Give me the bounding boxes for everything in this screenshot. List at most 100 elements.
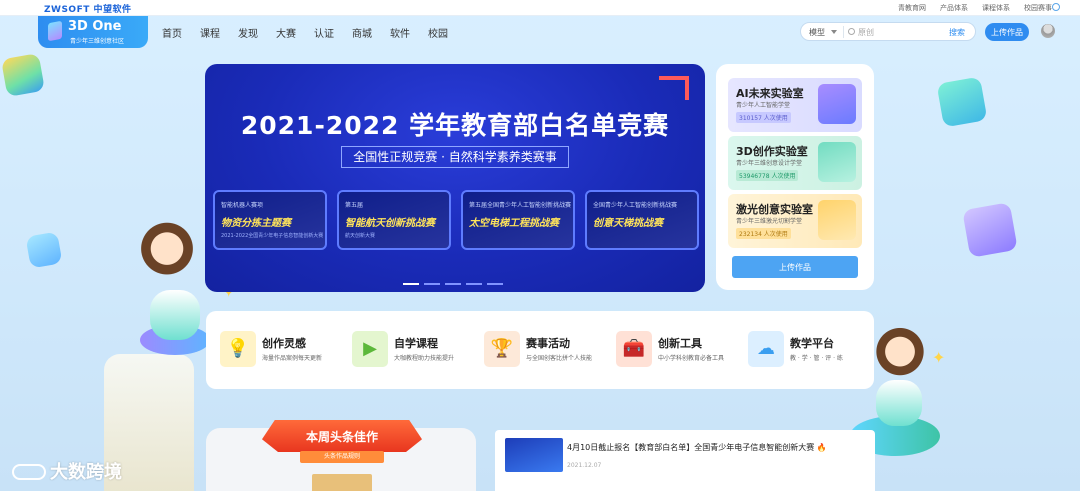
lab-usage-count: 232134 人次使用 (736, 228, 791, 239)
logo-mark-icon (48, 20, 62, 42)
banner-card[interactable]: 全国青少年人工智能创新挑战赛 创意天梯挑战赛 (585, 190, 699, 250)
laser-cut-icon (818, 200, 856, 240)
banner-card-sub: 航天创新大赛 (345, 233, 376, 239)
lab-usage-count: 53946778 人次使用 (736, 170, 799, 181)
carousel-dot[interactable] (424, 283, 440, 285)
refresh-icon[interactable] (1052, 3, 1060, 11)
feature-subtitle: 海量作品案例每天更新 (262, 355, 323, 362)
banner-title: 2021-2022 学年教育部白名单竞赛 (240, 111, 670, 140)
banner-card-name: 创意天梯挑战赛 (593, 218, 663, 229)
banner-card-top: 第五届 (345, 202, 364, 209)
star-icon: ✦ (932, 348, 946, 367)
nav-campus[interactable]: 校园 (428, 25, 448, 40)
lab-card-3d[interactable]: 3D创作实验室 青少年三维创意设计学堂 53946778 人次使用 (728, 136, 862, 190)
top-links: 青教育网 产品体系 课程体系 校园赛事 (898, 3, 1052, 13)
carousel-dot[interactable] (487, 283, 503, 285)
nav-store[interactable]: 商城 (352, 25, 372, 40)
news-date: 2021.12.07 (567, 462, 602, 469)
feature-bar: 💡 创作灵感 海量作品案例每天更新 ▶ 自学课程 大咖教程助力技能提升 🏆 赛事… (206, 311, 874, 389)
cube-decoration-icon (0, 52, 46, 98)
lightbulb-icon: 💡 (220, 331, 256, 367)
watermark-logo-icon (12, 464, 46, 480)
banner-card-top: 第五届全国青少年人工智能创新挑战赛 (469, 202, 572, 209)
feature-title: 自学课程 (394, 337, 438, 350)
search-scope-select[interactable]: 模型 (809, 27, 825, 38)
top-link-courses[interactable]: 课程体系 (982, 3, 1010, 13)
upload-work-button[interactable]: 上传作品 (732, 256, 858, 278)
logo-subtitle: 青少年三维创意社区 (70, 38, 125, 45)
top-link-campus-events[interactable]: 校园赛事 (1024, 3, 1052, 13)
chevron-down-icon[interactable] (831, 30, 837, 34)
nav-contests[interactable]: 大赛 (276, 25, 296, 40)
mascot-boy-icon (870, 326, 930, 390)
hot-works-title: 本周头条佳作 (305, 430, 378, 444)
search-input[interactable]: 原创 (858, 27, 874, 38)
banner-card[interactable]: 智能机器人赛项 物资分拣主题赛 2021-2022全国青少年电子信息智能创新大赛 (213, 190, 327, 250)
feature-title: 教学平台 (790, 337, 834, 350)
feature-teaching[interactable]: ☁ 教学平台 教 · 学 · 管 · 评 · 练 (738, 329, 862, 373)
search-icon (848, 28, 855, 35)
banner-card-name: 太空电梯工程挑战赛 (469, 218, 559, 229)
feature-tools[interactable]: 🧰 创新工具 中小学科创教育必备工具 (606, 329, 730, 373)
upload-work-button[interactable]: 上传作品 (985, 23, 1029, 41)
feature-subtitle: 与全国创客比拼个人技能 (526, 355, 593, 362)
main-nav: 首页 课程 发现 大赛 认证 商城 软件 校园 (162, 25, 466, 40)
banner-card[interactable]: 第五届全国青少年人工智能创新挑战赛 太空电梯工程挑战赛 (461, 190, 575, 250)
feature-title: 创作灵感 (262, 337, 306, 350)
lab-card-ai[interactable]: AI未来实验室 青少年人工智能学堂 310157 人次使用 (728, 78, 862, 132)
banner-card-name: 物资分拣主题赛 (221, 218, 291, 229)
banner-card-sub: 2021-2022全国青少年电子信息智能创新大赛 (221, 233, 324, 239)
carousel-dot[interactable] (466, 283, 482, 285)
lab-subtitle: 青少年三维创意设计学堂 (736, 160, 803, 167)
top-link-education[interactable]: 青教育网 (898, 3, 926, 13)
banner-card-name: 智能航天创新挑战赛 (345, 218, 435, 229)
avatar[interactable] (1041, 24, 1055, 38)
nav-courses[interactable]: 课程 (200, 25, 220, 40)
lab-title: 3D创作实验室 (736, 145, 808, 158)
feature-events[interactable]: 🏆 赛事活动 与全国创客比拼个人技能 (474, 329, 598, 373)
carousel-dots (403, 283, 503, 285)
feature-inspiration[interactable]: 💡 创作灵感 海量作品案例每天更新 (210, 329, 334, 373)
search-button[interactable]: 搜索 (949, 27, 965, 38)
watermark: 大数跨境 (12, 458, 122, 484)
news-title[interactable]: 4月10日截止报名【教育部白名单】全国青少年电子信息智能创新大赛 🔥 (567, 442, 827, 453)
feature-self-study[interactable]: ▶ 自学课程 大咖教程助力技能提升 (342, 329, 466, 373)
search-divider (843, 26, 844, 38)
fire-icon: 🔥 (816, 443, 827, 452)
nav-discover[interactable]: 发现 (238, 25, 258, 40)
cube-decoration-icon (936, 76, 988, 128)
feature-subtitle: 教 · 学 · 管 · 评 · 练 (790, 355, 843, 362)
banner-cards: 智能机器人赛项 物资分拣主题赛 2021-2022全国青少年电子信息智能创新大赛… (213, 190, 699, 250)
cloud-icon: ☁ (748, 331, 784, 367)
carousel-dot[interactable] (403, 283, 419, 285)
video-play-icon: ▶ (352, 331, 388, 367)
hot-works-rules-link[interactable]: 头条作品规则 (300, 451, 384, 463)
cube-decoration-icon (962, 202, 1018, 258)
lab-subtitle: 青少年三维激光切割学堂 (736, 218, 803, 225)
lab-title: AI未来实验室 (736, 87, 804, 100)
zwsoft-logo[interactable]: ZWSOFT 中望软件 (44, 2, 132, 15)
lab-card-laser[interactable]: 激光创意实验室 青少年三维激光切割学堂 232134 人次使用 (728, 194, 862, 248)
lab-subtitle: 青少年人工智能学堂 (736, 102, 791, 109)
hero-banner[interactable]: 2021-2022 学年教育部白名单竞赛 全国性正规竞赛 · 自然科学素养类赛事… (205, 64, 705, 292)
logo-name: 3D One (68, 19, 122, 34)
trophy-icon: 🏆 (484, 331, 520, 367)
search-box: 模型 原创 搜索 (800, 22, 976, 41)
top-link-products[interactable]: 产品体系 (940, 3, 968, 13)
news-thumbnail[interactable] (505, 438, 563, 472)
box-decoration (312, 474, 372, 491)
carousel-dot[interactable] (445, 283, 461, 285)
labs-panel: AI未来实验室 青少年人工智能学堂 310157 人次使用 3D创作实验室 青少… (716, 64, 874, 290)
feature-subtitle: 大咖教程助力技能提升 (394, 355, 455, 362)
lab-usage-count: 310157 人次使用 (736, 112, 791, 123)
nav-software[interactable]: 软件 (390, 25, 410, 40)
corner-decoration (659, 76, 689, 100)
cube-decoration-icon (25, 231, 63, 269)
nav-certification[interactable]: 认证 (314, 25, 334, 40)
site-logo[interactable]: 3D One 青少年三维创意社区 (38, 16, 148, 48)
banner-card[interactable]: 第五届 智能航天创新挑战赛 航天创新大赛 (337, 190, 451, 250)
nav-home[interactable]: 首页 (162, 25, 182, 40)
mascot-girl-body (150, 290, 200, 340)
robot-icon (818, 84, 856, 124)
news-list: 4月10日截止报名【教育部白名单】全国青少年电子信息智能创新大赛 🔥 2021.… (495, 430, 875, 491)
